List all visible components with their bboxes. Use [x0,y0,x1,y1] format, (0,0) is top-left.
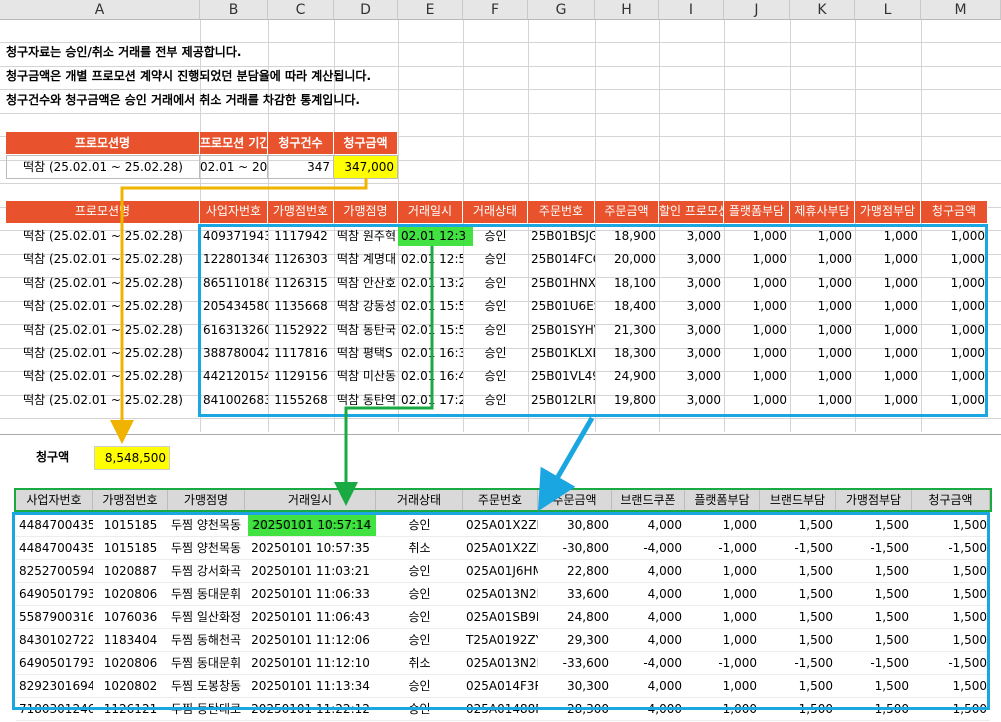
green-arrow [334,246,434,506]
blue-arrow [537,416,595,512]
orange-arrow [110,178,368,444]
annotation-arrows [110,178,595,512]
